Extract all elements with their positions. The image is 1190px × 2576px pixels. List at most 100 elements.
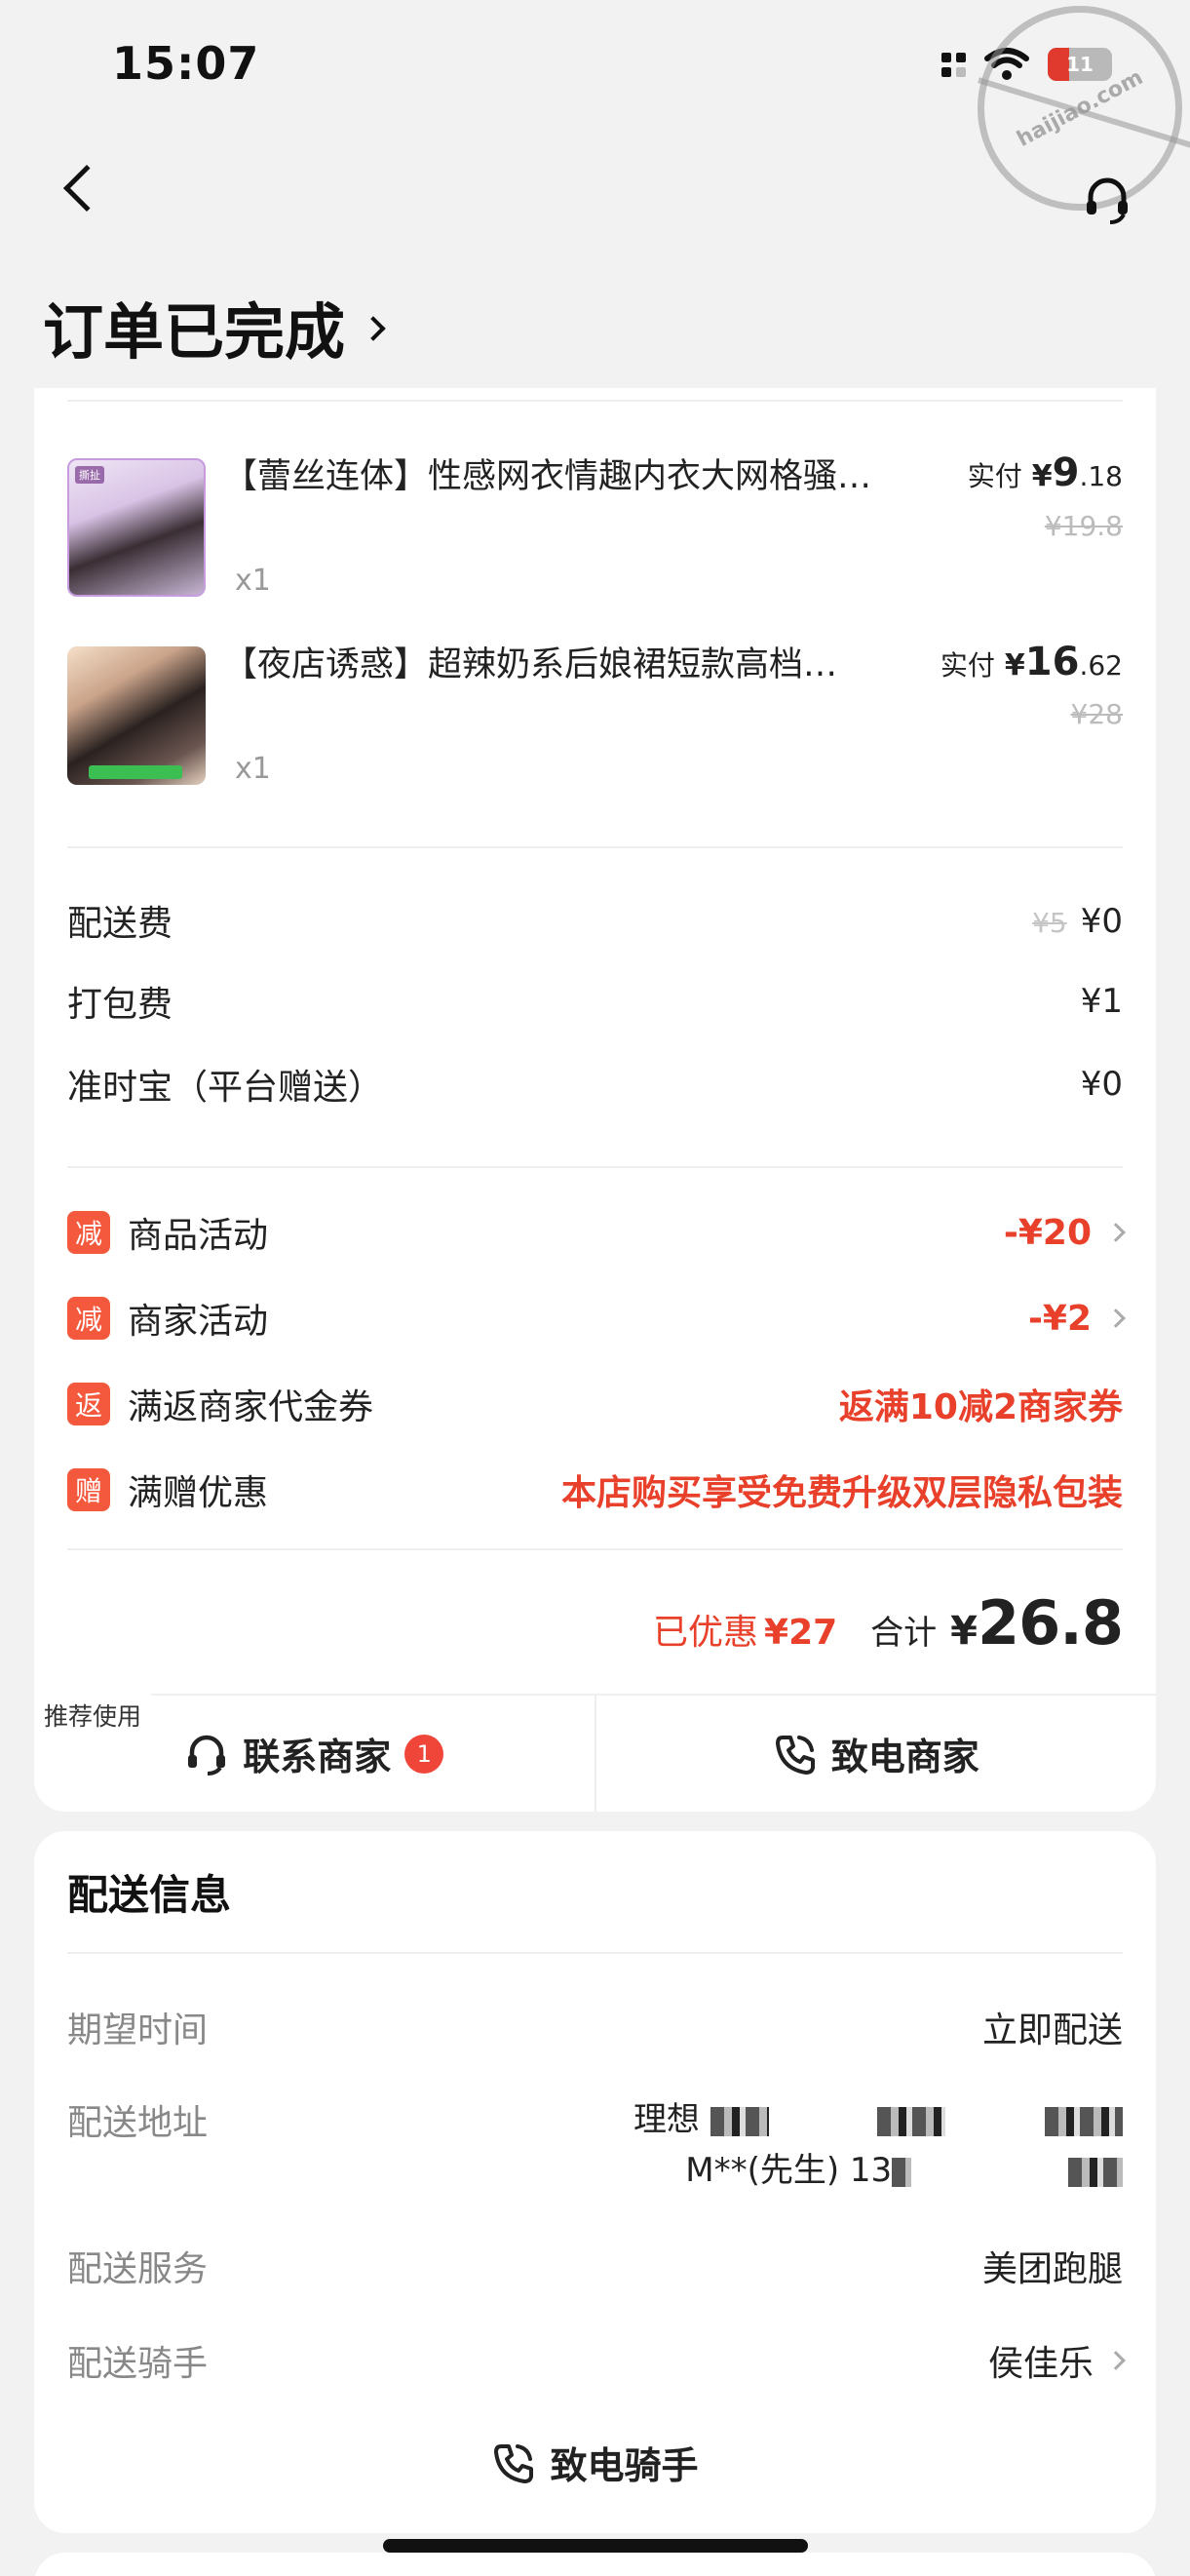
promo-tag: 减	[67, 1297, 110, 1340]
info-label: 配送骑手	[67, 2344, 209, 2384]
info-label: 期望时间	[67, 2010, 209, 2050]
service-row: 配送服务 美团跑腿	[67, 2241, 1123, 2291]
promo-value: -¥2	[1027, 1298, 1092, 1339]
product-qty: x1	[235, 564, 271, 598]
rider-name: 侯佳乐	[987, 2344, 1094, 2384]
order-status-title[interactable]: 订单已完成	[43, 283, 386, 371]
headset-icon	[188, 1735, 226, 1776]
phone-icon	[494, 2443, 534, 2483]
unread-badge: 1	[404, 1734, 444, 1774]
fee-label: 准时宝（平台赠送）	[67, 1068, 384, 1108]
order-total: 已优惠 ¥27 合计 ¥26.8	[653, 1587, 1124, 1659]
currency-symbol: ¥	[1031, 459, 1053, 493]
paid-label: 实付	[940, 649, 995, 682]
fee-label: 配送费	[67, 904, 173, 944]
fee-row-delivery: 配送费 ¥5 ¥0	[67, 895, 1123, 946]
image-label-decoration: 撕扯	[75, 466, 104, 484]
expected-time-row: 期望时间 立即配送	[67, 2002, 1123, 2052]
call-rider-button[interactable]: 致电骑手	[34, 2436, 1156, 2489]
merchant-action-bar: 联系商家 1 致电商家	[34, 1694, 1156, 1812]
saved-value: ¥27	[764, 1613, 838, 1653]
customer-service-icon[interactable]	[1081, 174, 1133, 226]
address-line: 理想	[633, 2100, 700, 2139]
contact-line: M**(先生) 13	[685, 2151, 893, 2190]
saved-label: 已优惠	[653, 1613, 759, 1653]
price-decimal: .62	[1079, 649, 1123, 682]
info-label: 配送地址	[67, 2103, 209, 2143]
promo-value: -¥20	[1003, 1212, 1092, 1253]
promo-row-merchant[interactable]: 减商家活动 -¥2	[67, 1293, 1126, 1344]
promo-value: 本店购买享受免费升级双层隐私包装	[560, 1473, 1123, 1513]
promo-label: 满赠优惠	[128, 1473, 269, 1513]
redacted-mosaic	[892, 2157, 912, 2187]
product-name[interactable]: 【夜店诱惑】超辣奶系后娘裙短款高档…	[223, 637, 954, 686]
recommend-tag: 推荐使用	[34, 1694, 152, 1737]
promo-tag: 减	[67, 1211, 110, 1254]
chevron-right-icon	[1106, 2351, 1126, 2370]
fee-value: ¥0	[1080, 1065, 1123, 1104]
next-card	[34, 2553, 1156, 2576]
fee-value: ¥0	[1080, 901, 1123, 941]
total-label: 合计	[870, 1614, 938, 1653]
info-label: 配送服务	[67, 2249, 209, 2289]
price-integer: 9	[1052, 450, 1080, 495]
fee-label: 打包费	[67, 985, 173, 1025]
status-time: 15:07	[112, 37, 260, 90]
product-price: 实付 ¥16.62	[940, 640, 1123, 684]
fee-row-ontime: 准时宝（平台赠送） ¥0	[67, 1059, 1123, 1110]
product-qty: x1	[235, 752, 271, 786]
promo-row-gift: 赠满赠优惠 本店购买享受免费升级双层隐私包装	[67, 1464, 1123, 1515]
section-title: 配送信息	[67, 1871, 232, 1919]
currency-symbol: ¥	[950, 1609, 979, 1654]
product-image[interactable]	[67, 646, 206, 785]
divider	[67, 1952, 1123, 1954]
redacted-mosaic	[877, 2106, 946, 2136]
price-decimal: .18	[1079, 460, 1123, 492]
cellular-signal-icon	[941, 52, 966, 77]
info-value: 美团跑腿	[981, 2249, 1123, 2289]
product-price: 实付 ¥9.18	[968, 450, 1123, 495]
page-title: 订单已完成	[43, 296, 346, 368]
promo-tag: 返	[67, 1383, 110, 1425]
fee-value: ¥1	[1080, 982, 1123, 1021]
saved-amount: 已优惠 ¥27	[653, 1604, 837, 1655]
call-merchant-button[interactable]: 致电商家	[594, 1696, 1157, 1812]
order-card: 撕扯 【蕾丝连体】性感网衣情趣内衣大网格骚… x1 实付 ¥9.18 ¥19.8…	[34, 388, 1156, 1812]
image-badge-decoration	[89, 765, 182, 779]
product-name[interactable]: 【蕾丝连体】性感网衣情趣内衣大网格骚…	[223, 449, 954, 498]
total-value: 26.8	[978, 1587, 1124, 1659]
promo-label: 商品活动	[128, 1216, 269, 1256]
product-image[interactable]: 撕扯	[67, 458, 206, 597]
chevron-right-icon	[1106, 1308, 1126, 1328]
promo-row-product[interactable]: 减商品活动 -¥20	[67, 1207, 1126, 1258]
back-chevron-icon[interactable]	[62, 164, 111, 213]
chevron-right-icon	[1106, 1223, 1126, 1242]
address-value: 理想 M**(先生) 13	[633, 2094, 1123, 2196]
info-value: 立即配送	[981, 2010, 1123, 2050]
delivery-info-card: 配送信息 期望时间 立即配送 配送地址 理想 M**(先生) 13 配送服务 美…	[34, 1831, 1156, 2533]
divider	[67, 1548, 1123, 1550]
call-rider-label: 致电骑手	[550, 2444, 699, 2487]
promo-label: 商家活动	[128, 1302, 269, 1342]
promo-tag: 赠	[67, 1468, 110, 1511]
contact-merchant-label: 联系商家	[243, 1736, 392, 1778]
fee-row-packing: 打包费 ¥1	[67, 976, 1123, 1027]
redacted-mosaic	[710, 2106, 769, 2136]
original-price: ¥19.8	[1044, 510, 1123, 542]
call-merchant-label: 致电商家	[830, 1736, 979, 1778]
promo-row-voucher: 返满返商家代金券 返满10减2商家券	[67, 1379, 1123, 1429]
divider	[67, 846, 1123, 848]
currency-symbol: ¥	[1004, 648, 1025, 683]
fee-original: ¥5	[1032, 906, 1067, 939]
home-indicator[interactable]	[383, 2539, 808, 2553]
original-price: ¥28	[1070, 698, 1123, 730]
chevron-right-icon	[361, 316, 386, 341]
promo-label: 满返商家代金券	[128, 1387, 374, 1427]
divider	[67, 400, 1123, 402]
promo-value: 返满10减2商家券	[838, 1387, 1123, 1427]
rider-row[interactable]: 配送骑手 侯佳乐	[67, 2335, 1126, 2386]
redacted-mosaic	[1068, 2157, 1123, 2187]
watermark-stamp: haijiao.com	[940, 0, 1190, 248]
redacted-mosaic	[1045, 2106, 1123, 2136]
phone-icon	[775, 1735, 815, 1775]
